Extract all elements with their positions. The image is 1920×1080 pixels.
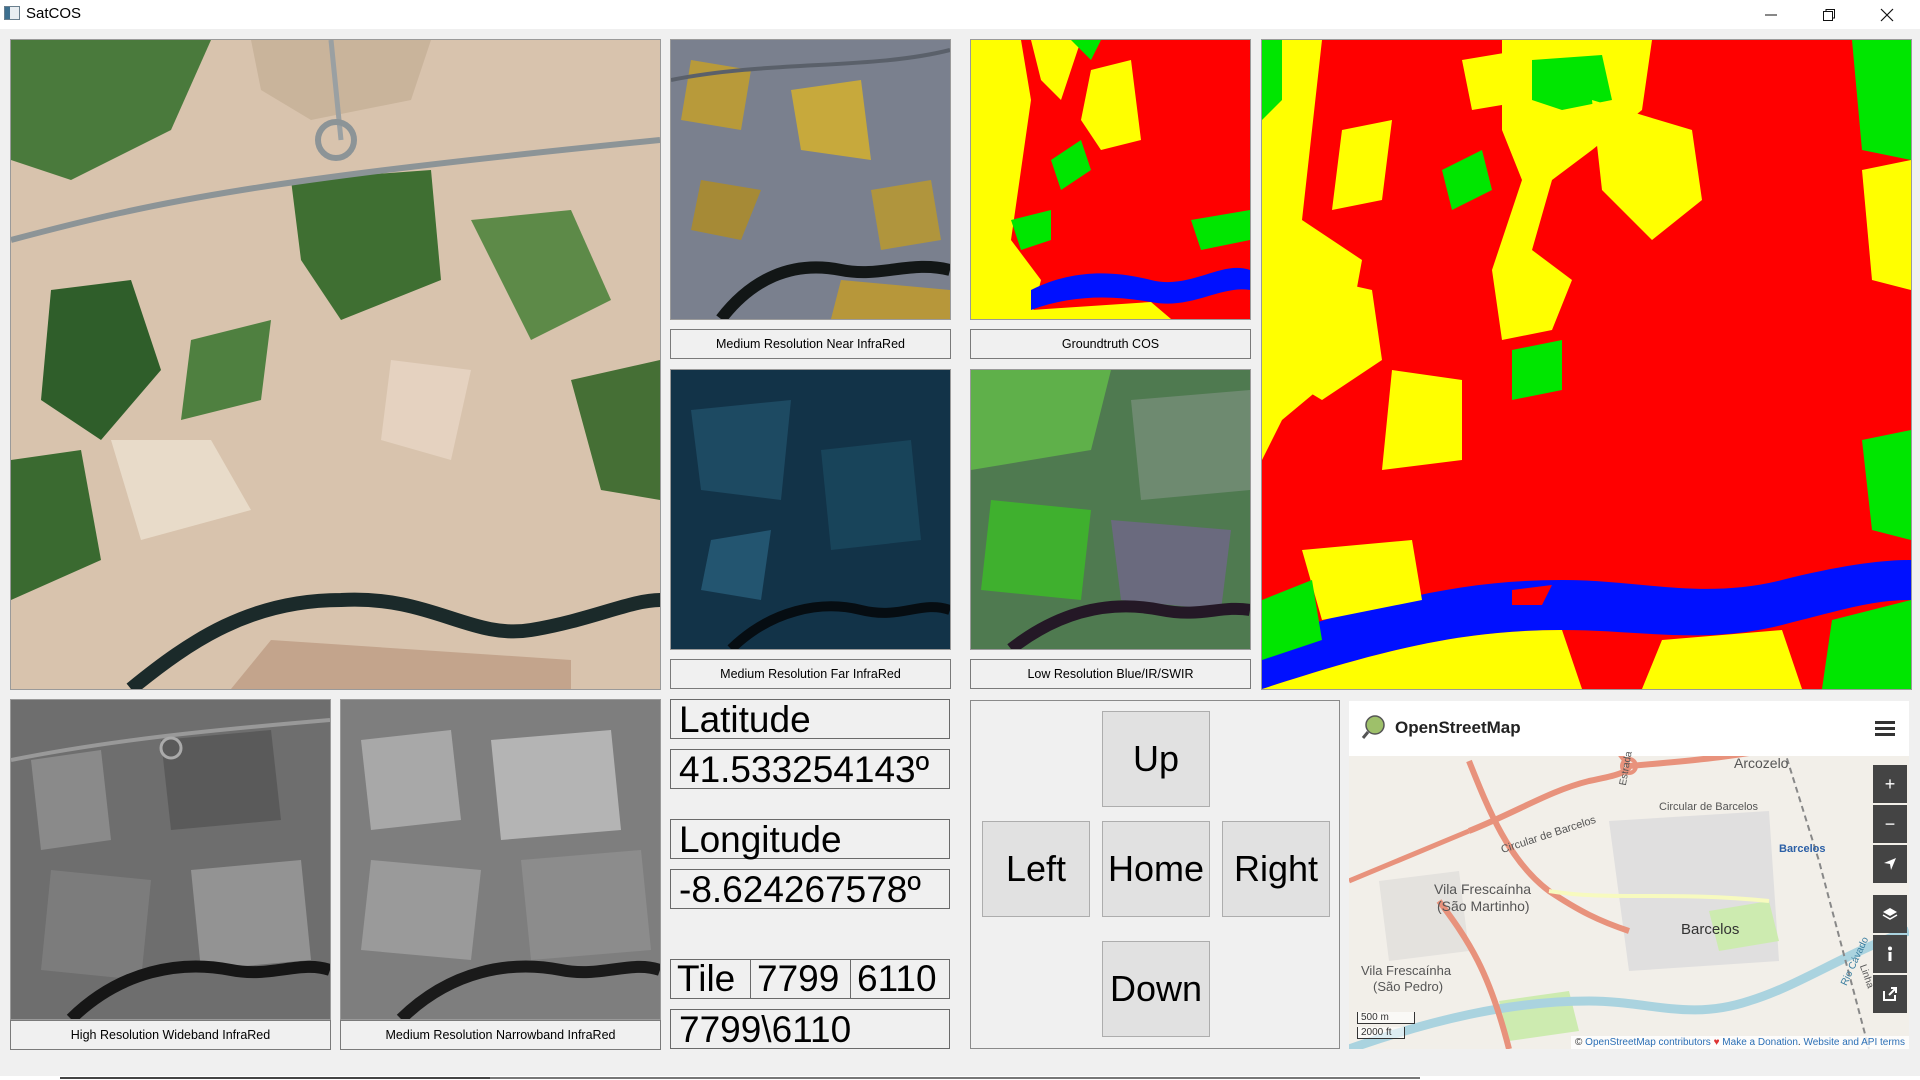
right-button[interactable]: Right (1222, 821, 1330, 917)
cos-large-graphic (1262, 40, 1911, 689)
restore-icon (1823, 8, 1835, 21)
map-attribution: © OpenStreetMap contributors ♥ Make a Do… (1571, 1036, 1909, 1049)
nir-image-graphic (671, 40, 950, 319)
latitude-label: Latitude (670, 699, 950, 739)
navigation-group: Up Left Home Right Down (970, 700, 1340, 1049)
tile-path: 7799\6110 (670, 1009, 950, 1049)
bottom-line-1 (60, 1077, 490, 1079)
cos-large-image (1261, 39, 1912, 690)
low-res-image-graphic (971, 370, 1250, 649)
low-res-image (970, 369, 1251, 650)
tile-y: 6110 (850, 958, 950, 999)
locate-icon (1884, 858, 1896, 870)
zoom-out-button[interactable]: − (1873, 805, 1907, 843)
down-button[interactable]: Down (1102, 941, 1210, 1037)
share-button[interactable] (1873, 975, 1907, 1013)
home-button[interactable]: Home (1102, 821, 1210, 917)
map-label-vila-1: Vila Frescaínha (1434, 881, 1532, 897)
map-label-vila-1b: (São Martinho) (1437, 898, 1530, 914)
map-label-barcelos-small: Barcelos (1779, 843, 1826, 855)
nir-caption: Medium Resolution Near InfraRed (670, 329, 951, 359)
nir-image (670, 39, 951, 320)
map-label-vila-2: Vila Frescaínha (1361, 963, 1452, 978)
layers-button[interactable] (1873, 895, 1907, 933)
cos-caption: Groundtruth COS (970, 329, 1251, 359)
window-title: SatCOS (26, 5, 82, 22)
attrib-api-link[interactable]: Website and API terms (1803, 1037, 1905, 1048)
attrib-osm-link[interactable]: OpenStreetMap contributors (1585, 1037, 1711, 1048)
scale-metric: 500 m (1357, 1012, 1415, 1024)
layers-icon (1882, 908, 1898, 920)
mrn-image (340, 699, 661, 1020)
attrib-donate-link[interactable]: Make a Donation (1722, 1037, 1798, 1048)
tile-x: 7799 (750, 958, 851, 999)
info-icon (1888, 946, 1892, 961)
menu-icon[interactable] (1875, 721, 1895, 737)
tile-label: Tile (670, 958, 751, 999)
title-bar: SatCOS (0, 0, 1920, 29)
minimize-icon (1765, 14, 1777, 15)
longitude-value: -8.624267578º (670, 869, 950, 909)
minus-icon: − (1884, 813, 1896, 834)
minimize-button[interactable] (1742, 0, 1800, 29)
rgb-image-graphic (11, 40, 660, 689)
locate-button[interactable] (1873, 845, 1907, 883)
hrw-image-graphic (11, 700, 330, 1019)
hrw-caption: High Resolution Wideband InfraRed (10, 1020, 331, 1050)
left-button[interactable]: Left (982, 821, 1090, 917)
attrib-prefix: © (1575, 1037, 1586, 1048)
close-button[interactable] (1858, 0, 1916, 29)
close-icon (1880, 8, 1894, 21)
plus-icon: + (1884, 773, 1896, 794)
info-button[interactable] (1873, 935, 1907, 973)
fir-caption: Medium Resolution Far InfraRed (670, 659, 951, 689)
fir-image-graphic (671, 370, 950, 649)
osm-map[interactable]: OpenStreetMap Arcozelo Circular de Barce… (1349, 701, 1909, 1049)
restore-button[interactable] (1800, 0, 1858, 29)
heart-icon: ♥ (1710, 1037, 1723, 1048)
osm-logo-icon (1361, 715, 1385, 739)
map-label-arcozelo: Arcozelo (1734, 755, 1789, 771)
hrw-image (10, 699, 331, 1020)
bottom-line-2 (490, 1077, 1420, 1079)
zoom-in-button[interactable]: + (1873, 765, 1907, 803)
cos-image-graphic (971, 40, 1250, 319)
map-label-barcelos: Barcelos (1681, 921, 1740, 938)
scale-imperial: 2000 ft (1357, 1027, 1405, 1039)
low-res-caption: Low Resolution Blue/IR/SWIR (970, 659, 1251, 689)
cos-image (970, 39, 1251, 320)
map-label-vila-2b: (São Pedro) (1373, 979, 1444, 994)
mrn-caption: Medium Resolution Narrowband InfraRed (340, 1020, 661, 1050)
mrn-image-graphic (341, 700, 660, 1019)
share-icon (1883, 987, 1897, 1001)
map-brand: OpenStreetMap (1395, 718, 1521, 737)
map-label-circular-1: Circular de Barcelos (1659, 801, 1759, 813)
map-header: OpenStreetMap (1349, 701, 1909, 756)
app-icon (4, 6, 20, 20)
rgb-satellite-image (10, 39, 661, 690)
longitude-label: Longitude (670, 819, 950, 859)
up-button[interactable]: Up (1102, 711, 1210, 807)
fir-image (670, 369, 951, 650)
latitude-value: 41.533254143º (670, 749, 950, 789)
